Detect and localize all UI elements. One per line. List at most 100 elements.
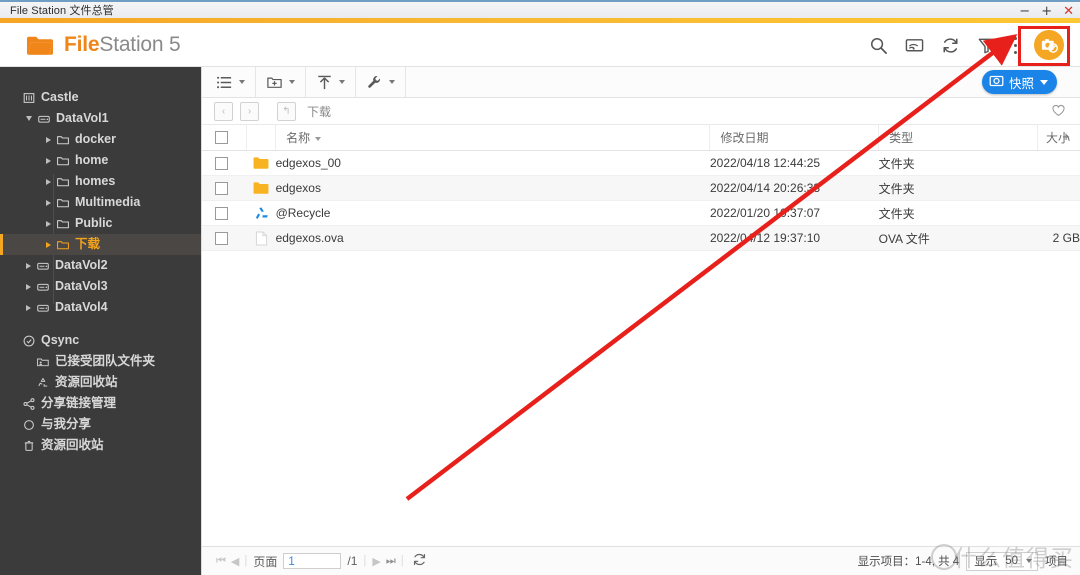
sidebar-item-label: 资源回收站 [55, 375, 118, 390]
sidebar-item-label: Public [75, 216, 113, 231]
sidebar-item-0[interactable]: Castle [0, 87, 201, 108]
column-header-name[interactable]: 名称 [275, 125, 711, 151]
row-checkbox[interactable] [215, 232, 228, 246]
sidebar-item-label: Castle [41, 90, 79, 105]
sidebar-item-label: docker [75, 132, 116, 147]
sidebar-item-10[interactable]: DataVol4 [0, 297, 201, 318]
search-icon[interactable] [869, 36, 888, 55]
chevron-right-icon[interactable] [46, 157, 51, 164]
sidebar-item-2[interactable]: 资源回收站 [0, 372, 201, 393]
sidebar-item-1[interactable]: 已接受团队文件夹 [0, 351, 201, 372]
minimize-button[interactable]: − [1019, 5, 1030, 18]
row-name[interactable]: @Recycle [275, 200, 710, 226]
sidebar-item-label: homes [75, 174, 116, 189]
table-row[interactable]: edgexos_00 2022/04/18 12:44:25 文件夹 [202, 150, 1080, 176]
last-page-button[interactable]: ⏭ [386, 555, 396, 568]
sidebar-item-4[interactable]: homes [0, 171, 201, 192]
sort-caret-icon [315, 136, 322, 141]
chevron-right-icon[interactable] [46, 199, 51, 206]
chevron-right-icon[interactable] [46, 241, 51, 248]
add-column-button[interactable]: + [1056, 124, 1076, 149]
toolbar-create-button[interactable] [256, 67, 306, 97]
heart-icon[interactable] [1051, 103, 1066, 118]
sidebar-item-3[interactable]: home [0, 150, 201, 171]
nav-up-button[interactable]: ↰ [277, 101, 296, 121]
row-size: 2 GB [1037, 225, 1080, 251]
maximize-button[interactable]: + [1041, 5, 1052, 18]
sidebar-item-3[interactable]: 分享链接管理 [0, 393, 201, 414]
breadcrumb-path[interactable]: 下载 [307, 103, 331, 120]
more-icon[interactable] [1013, 36, 1017, 54]
page-size-select[interactable]: 显示 50 [966, 551, 1038, 571]
row-date: 2022/04/18 12:44:25 [709, 150, 879, 176]
chevron-down-icon[interactable] [339, 80, 345, 84]
volume-icon [37, 112, 56, 126]
row-select-cell[interactable] [202, 225, 247, 251]
table-row[interactable]: @Recycle 2022/01/20 10:37:07 文件夹 [202, 200, 1080, 226]
filter-icon[interactable] [977, 36, 996, 55]
row-checkbox[interactable] [215, 207, 228, 221]
toolbar-view-mode-button[interactable] [202, 67, 256, 97]
folder-icon [56, 196, 75, 210]
recycle-icon [36, 376, 55, 390]
chevron-right-icon[interactable] [46, 220, 51, 227]
toolbar-tools-button[interactable] [356, 67, 406, 97]
select-all-checkbox[interactable] [215, 131, 228, 144]
chevron-right-icon[interactable] [26, 262, 31, 269]
chevron-right-icon[interactable] [46, 136, 51, 143]
volume-icon [36, 301, 55, 315]
close-button[interactable]: ✕ [1063, 5, 1074, 18]
nav-forward-button[interactable]: › [240, 101, 259, 121]
column-header-date[interactable]: 修改日期 [709, 125, 880, 151]
table-row[interactable]: edgexos 2022/04/14 20:26:33 文件夹 [202, 175, 1080, 201]
sidebar-item-label: 与我分享 [41, 417, 92, 432]
row-checkbox[interactable] [215, 182, 228, 196]
chevron-down-icon[interactable] [289, 80, 295, 84]
sidebar-item-9[interactable]: DataVol3 [0, 276, 201, 297]
refresh-icon[interactable] [941, 36, 960, 55]
sidebar-item-0[interactable]: Qsync [0, 330, 201, 351]
brand-bold: File [64, 32, 100, 56]
chevron-right-icon[interactable] [26, 283, 31, 290]
refresh-list-icon[interactable] [412, 552, 427, 570]
row-name[interactable]: edgexos.ova [275, 225, 710, 251]
table-row[interactable]: edgexos.ova 2022/04/12 19:37:10 OVA 文件 2 GB [202, 225, 1080, 251]
sidebar-item-1[interactable]: DataVol1 [0, 108, 201, 129]
chevron-right-icon[interactable] [46, 178, 51, 185]
nav-back-button[interactable]: ‹ [214, 101, 233, 121]
sidebar-item-2[interactable]: docker [0, 129, 201, 150]
column-header-type[interactable]: 类型 [878, 125, 1038, 151]
row-checkbox[interactable] [215, 157, 228, 171]
chevron-down-icon [1026, 559, 1032, 563]
row-type: 文件夹 [878, 150, 1038, 176]
sidebar-item-4[interactable]: 与我分享 [0, 414, 201, 435]
chevron-right-icon[interactable] [26, 304, 31, 311]
row-type: 文件夹 [878, 175, 1038, 201]
prev-page-button[interactable]: ◀ [231, 555, 240, 568]
folder-icon [56, 133, 75, 147]
row-select-cell[interactable] [202, 150, 247, 176]
snapshot-button[interactable]: 快照 [982, 70, 1058, 94]
next-page-button[interactable]: ▶ [372, 555, 381, 568]
row-name[interactable]: edgexos_00 [275, 150, 710, 176]
row-select-cell[interactable] [202, 175, 247, 201]
sidebar-item-6[interactable]: Public [0, 213, 201, 234]
row-select-cell[interactable] [202, 200, 247, 226]
sidebar-item-8[interactable]: DataVol2 [0, 255, 201, 276]
column-label-date: 修改日期 [720, 131, 769, 145]
sidebar-item-5[interactable]: 资源回收站 [0, 435, 201, 456]
chevron-down-icon[interactable] [239, 80, 245, 84]
select-all-header[interactable] [202, 125, 248, 151]
first-page-button[interactable]: ⏮ [216, 555, 226, 568]
chevron-down-icon[interactable] [26, 116, 32, 121]
toolbar-upload-button[interactable] [306, 67, 356, 97]
snapshot-round-icon[interactable] [1034, 30, 1064, 60]
folder-logo-icon [26, 34, 54, 56]
chevron-down-icon[interactable] [389, 80, 395, 84]
page-size-prefix: 显示 [974, 556, 998, 568]
cast-icon[interactable] [905, 36, 924, 55]
page-input[interactable]: 1 [283, 553, 342, 569]
sidebar-item-7[interactable]: 下载 [0, 234, 201, 255]
row-name[interactable]: edgexos [275, 175, 710, 201]
sidebar-item-5[interactable]: Multimedia [0, 192, 201, 213]
